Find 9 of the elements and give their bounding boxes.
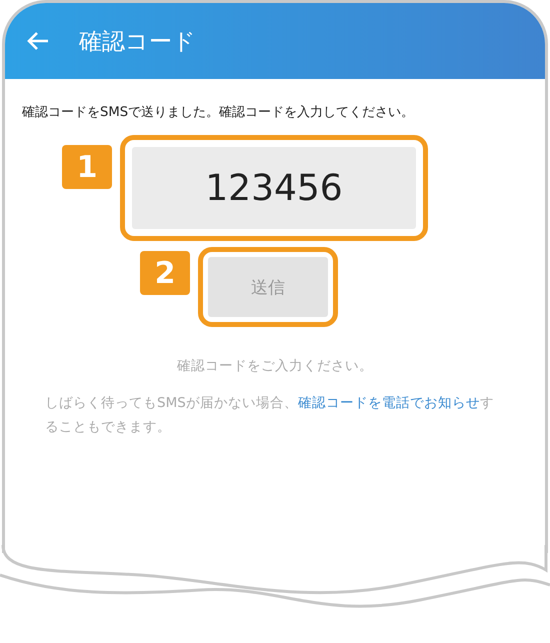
callout-badge: 1 — [62, 145, 112, 189]
instruction-text: 確認コードをSMSで送りました。確認コードを入力してください。 — [21, 104, 416, 121]
hint-text: 確認コードをご入力ください。 — [176, 357, 374, 375]
notice-text: しばらく待ってもSMSが届かない場合、確認コードを電話でお知らせすることもできます。 — [45, 394, 495, 437]
back-arrow-icon[interactable] — [27, 31, 49, 51]
phone-code-link[interactable]: 確認コードを電話でお知らせ — [298, 395, 480, 411]
screen-title: 確認コード — [79, 28, 196, 56]
callout-badge: 2 — [140, 251, 190, 295]
code-input-field[interactable]: 123456 — [132, 147, 416, 229]
